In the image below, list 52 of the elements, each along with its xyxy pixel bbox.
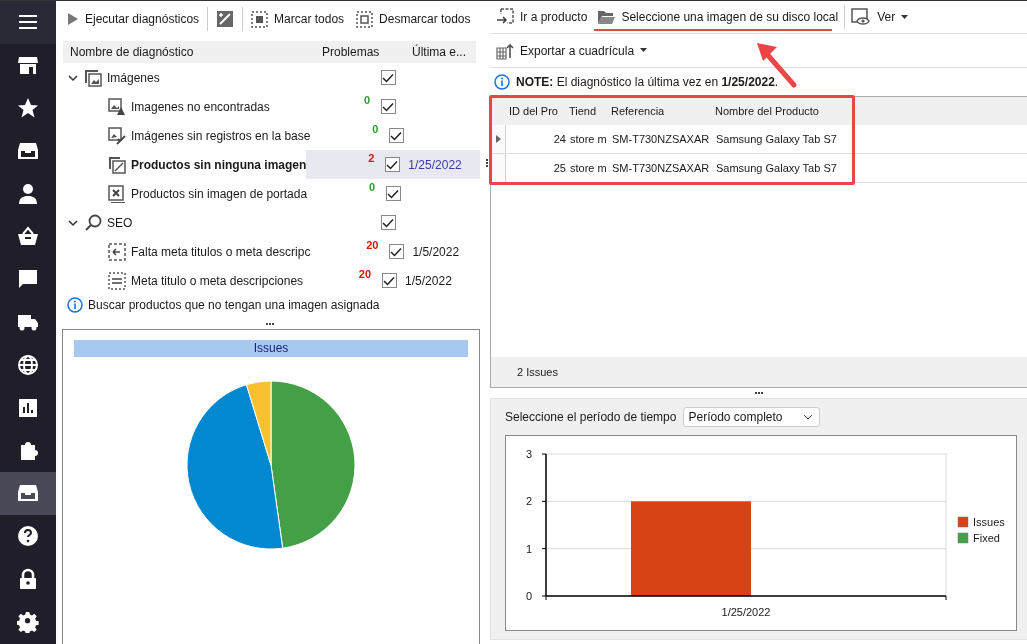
table-cell-text: 25 xyxy=(552,162,567,174)
column-header[interactable]: ID del Pro xyxy=(505,105,565,117)
tree-group-label[interactable]: SEO xyxy=(107,215,133,230)
tree-group-label[interactable]: Imágenes xyxy=(107,70,160,85)
column-header[interactable]: Referencia xyxy=(611,105,715,117)
table-cell-text: store m xyxy=(570,162,608,174)
axis-tick-label: 0 xyxy=(525,590,532,602)
column-header[interactable]: Tiend xyxy=(565,105,611,117)
axis-tick-label: 1 xyxy=(525,542,532,555)
export-button[interactable]: Exportar a cuadrícula xyxy=(492,39,652,62)
tree-item-label[interactable]: Productos sin imagen de portada xyxy=(131,186,308,201)
table-cell-text: Samsung Galaxy Tab S7 xyxy=(716,162,838,174)
table-cell-text: 24 xyxy=(552,133,567,145)
tree-item-label[interactable]: Imagenes no encontradas xyxy=(131,99,270,114)
tree-item-label[interactable]: Meta titulo o meta descripciones xyxy=(131,273,304,288)
table-cell-text: store m xyxy=(570,133,608,145)
last-run-date: 1/25/2022 xyxy=(408,157,462,172)
unmark-all-button[interactable]: Desmarcar todos xyxy=(352,8,475,30)
problem-count: 0 xyxy=(369,181,376,193)
axis-tick-label: 2 xyxy=(525,495,532,508)
legend-label: Fixed xyxy=(973,532,1000,544)
axis-tick-label: 1/25/2022 xyxy=(721,606,771,618)
column-header[interactable]: Problemas xyxy=(322,45,412,59)
problem-count: 0 xyxy=(363,94,370,106)
select-image-button[interactable]: Seleccione una imagen de su disco local xyxy=(593,7,843,27)
problem-count: 0 xyxy=(372,123,379,135)
table-cell-text: SM-T730NZSAXAR xyxy=(612,162,711,174)
diagnostic-description: Buscar productos que no tengan una imagen asignada xyxy=(88,298,380,312)
last-run-date: 1/5/2022 xyxy=(405,273,452,288)
go-to-product-button[interactable]: Ir a producto xyxy=(492,6,592,28)
view-menu-button[interactable]: Ver xyxy=(847,6,913,28)
problem-count: 2 xyxy=(368,152,375,164)
last-run-date: 1/5/2022 xyxy=(412,244,460,259)
tree-item-label[interactable]: Productos sin ninguna imagen xyxy=(131,157,307,172)
tree-item-label[interactable]: Imágenes sin registros en la base xyxy=(131,128,311,143)
run-diagnostics-button[interactable]: Ejecutar diagnósticos xyxy=(63,10,204,28)
chart-title: Issues xyxy=(74,340,468,357)
note-text: NOTE: El diagnóstico la última vez en 1/25/2022. xyxy=(516,75,779,89)
legend-label: Issues xyxy=(973,516,1005,528)
column-header[interactable]: Nombre de diagnóstico xyxy=(63,45,322,59)
problem-count: 20 xyxy=(366,239,379,251)
issue-count: 2 Issues xyxy=(517,366,558,378)
period-label: Seleccione el período de tiempo xyxy=(505,410,677,424)
axis-tick-label: 3 xyxy=(525,448,532,460)
table-cell-text: SM-T730NZSAXAR xyxy=(612,133,711,145)
problem-count: 20 xyxy=(358,268,372,280)
mark-all-button[interactable]: Marcar todos xyxy=(247,8,349,30)
table-cell-text: Samsung Galaxy Tab S7 xyxy=(716,133,838,145)
column-header[interactable]: Última e... xyxy=(412,45,476,59)
column-header[interactable]: Nombre del Producto xyxy=(715,105,855,117)
period-dropdown[interactable]: Período completo xyxy=(683,407,820,427)
tree-item-label[interactable]: Falta meta titulos o meta descripc xyxy=(131,244,311,259)
